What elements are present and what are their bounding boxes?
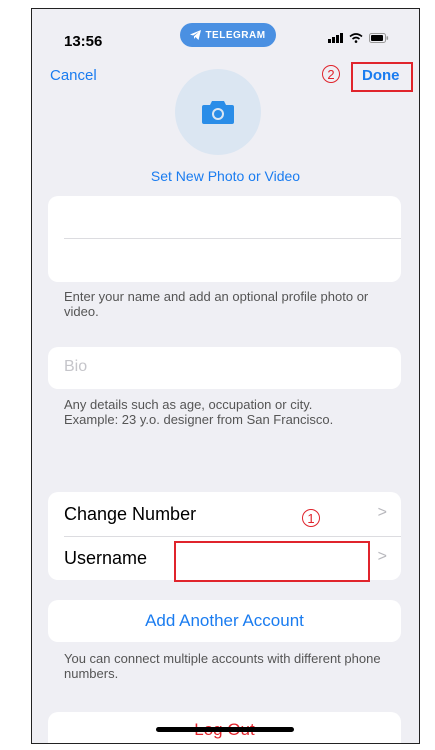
last-name-field[interactable]: [64, 239, 385, 281]
profile-photo-button[interactable]: [175, 69, 261, 155]
telegram-pill[interactable]: TELEGRAM: [180, 23, 276, 47]
home-indicator: [156, 727, 294, 732]
bio-placeholder: Bio: [64, 358, 88, 375]
annotation-marker-2: 2: [322, 65, 340, 83]
add-account-label: Add Another Account: [145, 611, 304, 630]
bio-note-line: Any details such as age, occupation or c…: [64, 397, 313, 412]
camera-icon: [202, 101, 234, 124]
phone-screen: 13:56 TELEGRAM Cancel Done 2 Set New Pho…: [31, 8, 420, 744]
telegram-pill-label: TELEGRAM: [205, 29, 266, 41]
bio-note-line: Example: 23 y.o. designer from San Franc…: [64, 412, 334, 427]
accounts-note: You can connect multiple accounts with d…: [64, 651, 381, 681]
status-time: 13:56: [64, 33, 103, 50]
set-photo-button[interactable]: Set New Photo or Video: [32, 168, 419, 184]
wifi-icon: [349, 33, 363, 43]
bio-note: Any details such as age, occupation or c…: [64, 397, 384, 427]
chevron-right-icon: >: [377, 548, 387, 565]
add-account-button[interactable]: Add Another Account: [48, 600, 401, 642]
name-note: Enter your name and add an optional prof…: [64, 289, 369, 319]
battery-icon: [369, 33, 389, 43]
signal-icon: [328, 33, 343, 43]
first-name-field[interactable]: [64, 196, 385, 238]
menu-item-change-number[interactable]: Change Number >: [64, 492, 401, 536]
telegram-plane-icon: [190, 30, 202, 40]
menu-item-label: Username: [64, 547, 148, 568]
chevron-right-icon: >: [377, 504, 387, 521]
menu-item-label: Change Number: [64, 503, 197, 524]
username-highlight-box: [174, 541, 370, 582]
status-icons: [328, 33, 389, 43]
done-highlight-box: [351, 62, 413, 92]
name-card: [48, 196, 401, 282]
cancel-button[interactable]: Cancel: [50, 67, 97, 84]
bio-field[interactable]: Bio: [48, 347, 401, 389]
annotation-marker-1: 1: [302, 509, 320, 527]
